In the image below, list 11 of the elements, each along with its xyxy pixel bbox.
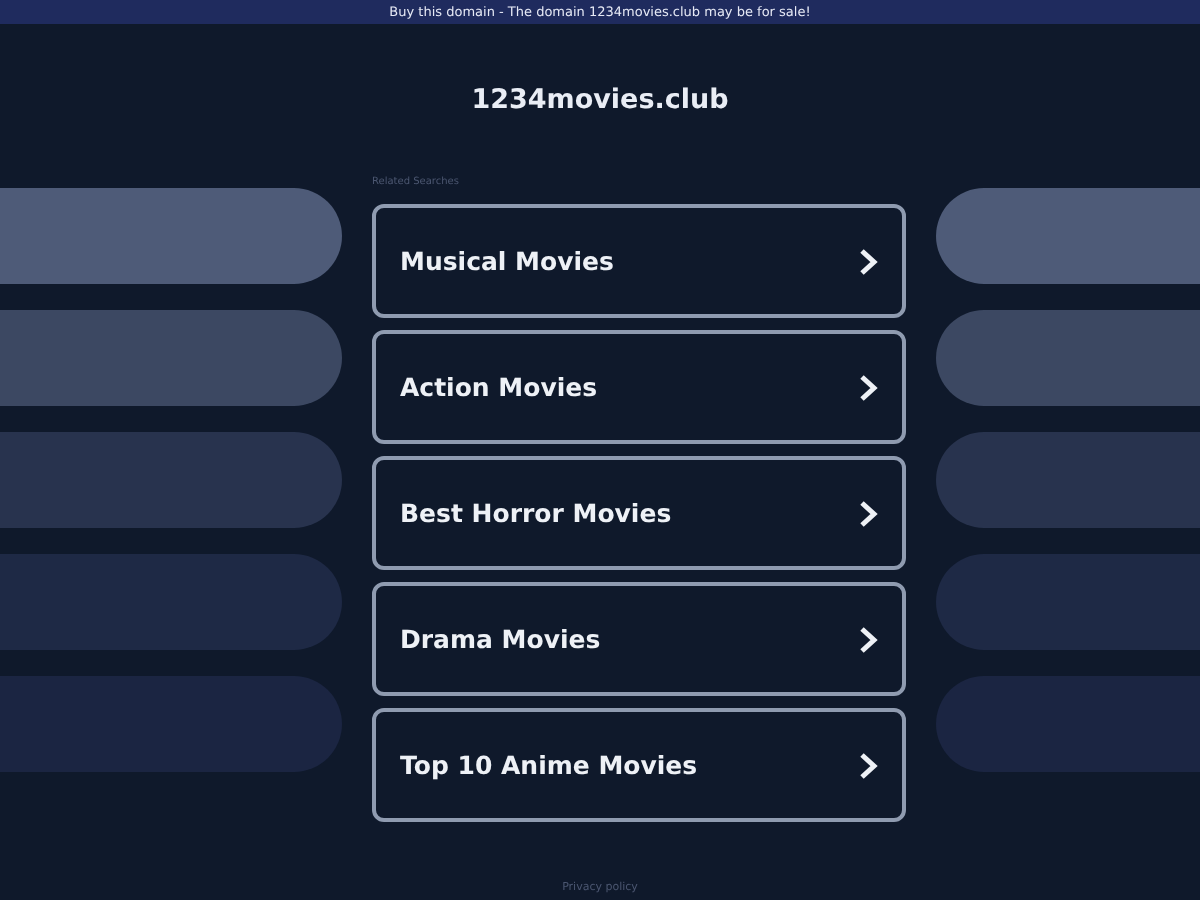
chevron-right-icon bbox=[858, 751, 878, 779]
chevron-right-icon bbox=[858, 373, 878, 401]
search-link[interactable]: Best Horror Movies bbox=[372, 456, 906, 570]
search-link[interactable]: Drama Movies bbox=[372, 582, 906, 696]
site-title: 1234movies.club bbox=[471, 83, 729, 115]
chevron-right-icon bbox=[858, 247, 878, 275]
search-link[interactable]: Top 10 Anime Movies bbox=[372, 708, 906, 822]
search-link[interactable]: Musical Movies bbox=[372, 204, 906, 318]
search-link[interactable]: Action Movies bbox=[372, 330, 906, 444]
chevron-right-icon bbox=[858, 625, 878, 653]
chevron-right-icon bbox=[858, 499, 878, 527]
